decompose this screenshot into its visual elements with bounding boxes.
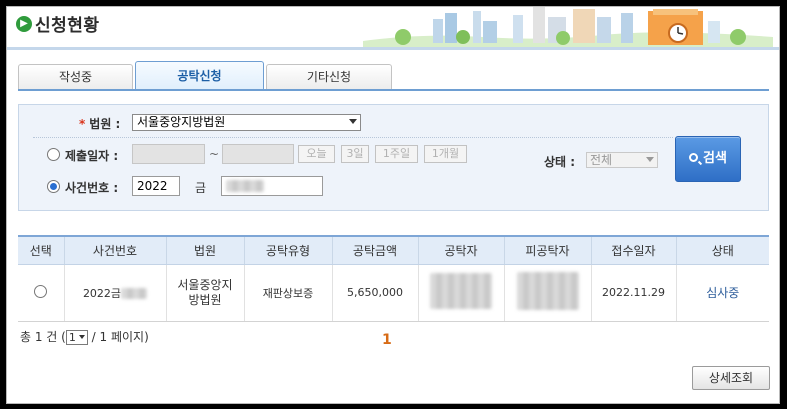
date-from-input[interactable]: [132, 144, 205, 164]
pagination-summary: 총 1 건 (1 / 1 페이지): [20, 330, 149, 345]
col-header-deposit-type: 공탁유형: [243, 235, 332, 265]
tab-other-application[interactable]: 기타신청: [266, 64, 392, 90]
date-to-input[interactable]: [222, 144, 294, 164]
header-divider: [7, 47, 779, 50]
redacted-depositee: [516, 272, 579, 310]
case-type-label: 금: [195, 181, 207, 195]
tab-underline: [18, 89, 769, 91]
chevron-down-icon: [78, 335, 85, 339]
search-panel: * 법원 : 서울중앙지방법원 제출일자 : ~ 오늘 3일 1주일 1개월 상태…: [18, 104, 769, 211]
application-table: 선택 사건번호 법원 공탁유형 공탁금액 공탁자 피공탁자 접수일자 상태 20…: [18, 235, 769, 322]
one-week-button[interactable]: 1주일: [375, 145, 418, 163]
date-separator: ~: [209, 147, 220, 161]
row-divider: [33, 137, 673, 138]
case-year-input[interactable]: 2022: [132, 176, 180, 196]
city-banner-image: [363, 7, 773, 47]
one-month-button[interactable]: 1개월: [424, 145, 467, 163]
redacted-case-suffix: [121, 288, 148, 299]
chevron-down-icon: [646, 157, 654, 162]
search-icon: [689, 153, 699, 162]
court-cell: 서울중앙지방법원: [177, 277, 233, 307]
deposit-type-cell: 재판상보증: [243, 264, 332, 322]
table-header-row: 선택 사건번호 법원 공탁유형 공탁금액 공탁자 피공탁자 접수일자 상태: [18, 235, 769, 265]
today-button[interactable]: 오늘: [298, 145, 335, 163]
page-title: 신청현황: [35, 16, 100, 36]
col-header-amount: 공탁금액: [331, 235, 418, 265]
status-label: 상태 :: [544, 155, 576, 169]
col-header-court: 법원: [165, 235, 244, 265]
case-number-label: 사건번호 :: [65, 181, 119, 195]
app-frame: ▶ 신청현황 작성중 공탁신청 기타신청 * 법원: 서울중앙지방법원 제출일…: [6, 6, 780, 404]
date-label: 제출일자 :: [65, 149, 119, 163]
three-days-button[interactable]: 3일: [341, 145, 369, 163]
detail-view-button[interactable]: 상세조회: [692, 366, 770, 390]
court-field-label: * 법원 :: [79, 117, 121, 131]
received-date-cell: 2022.11.29: [590, 264, 676, 322]
court-select[interactable]: 서울중앙지방법원: [132, 114, 361, 131]
arrow-circle-icon: ▶: [16, 16, 32, 32]
page-header: ▶ 신청현황: [7, 7, 779, 51]
chevron-down-icon: [349, 119, 357, 124]
required-mark-icon: *: [79, 117, 86, 131]
case-number-cell: 2022금: [82, 286, 122, 300]
table-row: 2022금 서울중앙지방법원 재판상보증 5,650,000 2022.11.2…: [18, 264, 769, 322]
col-header-received-date: 접수일자: [590, 235, 676, 265]
amount-cell: 5,650,000: [331, 264, 418, 322]
col-header-status: 상태: [675, 235, 769, 265]
row-select-radio[interactable]: [34, 284, 48, 298]
tab-draft[interactable]: 작성중: [18, 64, 133, 90]
redacted-case-number: [226, 180, 264, 192]
col-header-select: 선택: [18, 235, 64, 265]
col-header-depositor: 공탁자: [417, 235, 504, 265]
redacted-depositor: [430, 273, 492, 309]
page-select[interactable]: 1: [65, 330, 88, 345]
tab-deposit-application[interactable]: 공탁신청: [135, 61, 264, 91]
col-header-depositee: 피공탁자: [503, 235, 591, 265]
status-select[interactable]: 전체: [586, 152, 658, 168]
date-radio[interactable]: [47, 148, 60, 161]
col-header-case-number: 사건번호: [63, 235, 166, 265]
case-number-radio[interactable]: [47, 180, 60, 193]
status-link[interactable]: 심사중: [706, 286, 739, 300]
page-link-1[interactable]: 1: [382, 332, 392, 348]
search-button[interactable]: 검색: [675, 136, 741, 182]
case-number-input[interactable]: [221, 176, 323, 196]
